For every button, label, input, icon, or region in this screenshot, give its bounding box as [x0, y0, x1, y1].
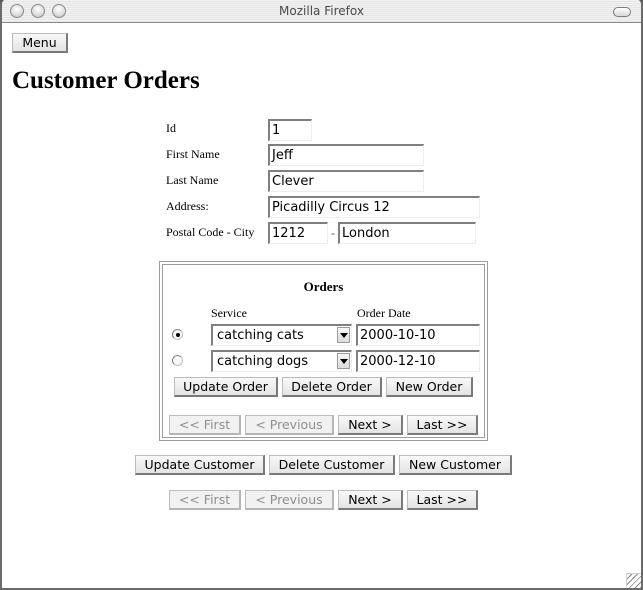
chevron-down-icon — [337, 327, 350, 343]
address-field[interactable]: Picadilly Circus 12 — [268, 196, 480, 218]
new-order-button[interactable]: New Order — [386, 377, 473, 397]
service-column-header: Service — [211, 306, 247, 320]
orders-first-button[interactable]: << First — [169, 415, 241, 435]
postal-city-label: Postal Code - City — [166, 225, 255, 239]
menu-button[interactable]: Menu — [12, 33, 68, 53]
first-name-label: First Name — [166, 147, 220, 161]
page-title: Customer Orders — [12, 67, 200, 94]
delete-order-button[interactable]: Delete Order — [282, 377, 382, 397]
orders-last-button[interactable]: Last >> — [407, 415, 478, 435]
chevron-down-icon — [337, 353, 350, 369]
order-row-2-date-field[interactable]: 2000-12-10 — [356, 350, 480, 372]
address-label: Address: — [166, 199, 209, 213]
last-name-label: Last Name — [166, 173, 219, 187]
id-label: Id — [166, 121, 176, 135]
orders-previous-button[interactable]: < Previous — [245, 415, 334, 435]
resize-grip-icon[interactable] — [626, 573, 641, 588]
order-row-1-service-select[interactable]: catching cats — [211, 324, 352, 346]
customer-next-button[interactable]: Next > — [338, 490, 403, 510]
window-title: Mozilla Firefox — [279, 4, 364, 18]
order-row-2-service-value: catching dogs — [217, 354, 309, 369]
postal-city-separator: - — [331, 226, 335, 240]
customer-last-button[interactable]: Last >> — [407, 490, 478, 510]
page-content: Menu Customer Orders Id 1 First Name Jef… — [2, 24, 641, 588]
order-row-2-service-select[interactable]: catching dogs — [211, 350, 352, 372]
order-date-column-header: Order Date — [357, 306, 411, 320]
browser-window: Mozilla Firefox Menu Customer Orders Id … — [0, 0, 643, 590]
title-bar: Mozilla Firefox — [2, 0, 641, 23]
order-row-1-date-field[interactable]: 2000-10-10 — [356, 324, 480, 346]
order-row-1-service-value: catching cats — [217, 328, 304, 343]
city-field[interactable]: London — [338, 222, 476, 244]
order-row-2-radio[interactable] — [172, 355, 183, 366]
order-row-1-radio[interactable] — [172, 329, 183, 340]
postal-code-field[interactable]: 1212 — [268, 222, 328, 244]
orders-title: Orders — [303, 279, 344, 294]
new-customer-button[interactable]: New Customer — [399, 455, 512, 475]
delete-customer-button[interactable]: Delete Customer — [269, 455, 395, 475]
orders-next-button[interactable]: Next > — [338, 415, 403, 435]
first-name-field[interactable]: Jeff — [268, 144, 424, 166]
update-order-button[interactable]: Update Order — [174, 377, 278, 397]
id-field[interactable]: 1 — [268, 119, 312, 141]
customer-previous-button[interactable]: < Previous — [245, 490, 334, 510]
toolbar-toggle-button[interactable] — [613, 7, 631, 17]
last-name-field[interactable]: Clever — [268, 170, 424, 192]
customer-first-button[interactable]: << First — [169, 490, 241, 510]
update-customer-button[interactable]: Update Customer — [135, 455, 265, 475]
